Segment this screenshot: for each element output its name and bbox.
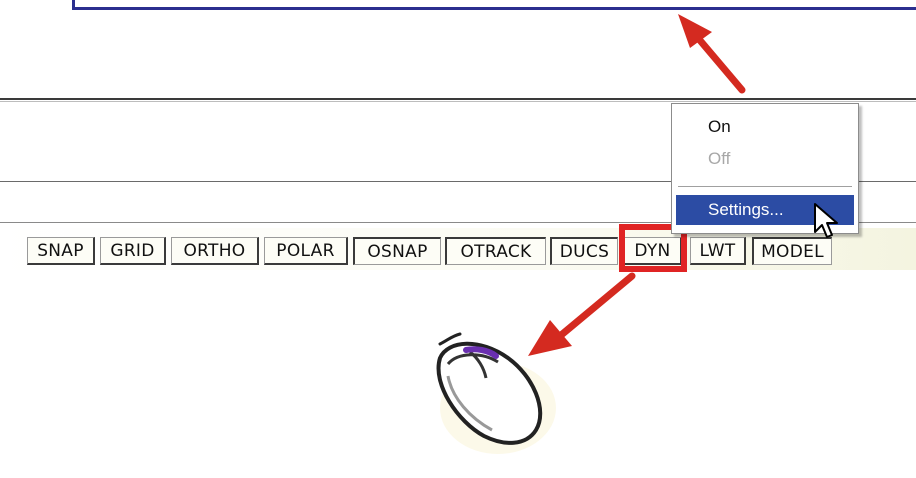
menu-separator bbox=[678, 186, 852, 188]
menu-item-off: Off bbox=[708, 149, 731, 168]
otrack-toggle-button[interactable]: OTRACK bbox=[445, 237, 546, 265]
osnap-toggle-button[interactable]: OSNAP bbox=[353, 237, 441, 265]
mouse-pointer-icon bbox=[814, 203, 838, 238]
drawing-area-frame bbox=[72, 0, 916, 10]
command-window-border bbox=[0, 98, 916, 100]
ortho-toggle-button[interactable]: ORTHO bbox=[171, 237, 259, 265]
computer-mouse-icon bbox=[436, 332, 556, 454]
red-arrow-icon bbox=[678, 14, 746, 94]
snap-toggle-button[interactable]: SNAP bbox=[27, 237, 95, 265]
polar-toggle-button[interactable]: POLAR bbox=[264, 237, 348, 265]
grid-toggle-button[interactable]: GRID bbox=[100, 237, 166, 265]
command-window-border-shadow bbox=[0, 101, 916, 102]
menu-item-on[interactable]: On bbox=[676, 112, 854, 142]
lwt-toggle-button[interactable]: LWT bbox=[690, 237, 746, 265]
ducs-toggle-button[interactable]: DUCS bbox=[550, 237, 618, 265]
